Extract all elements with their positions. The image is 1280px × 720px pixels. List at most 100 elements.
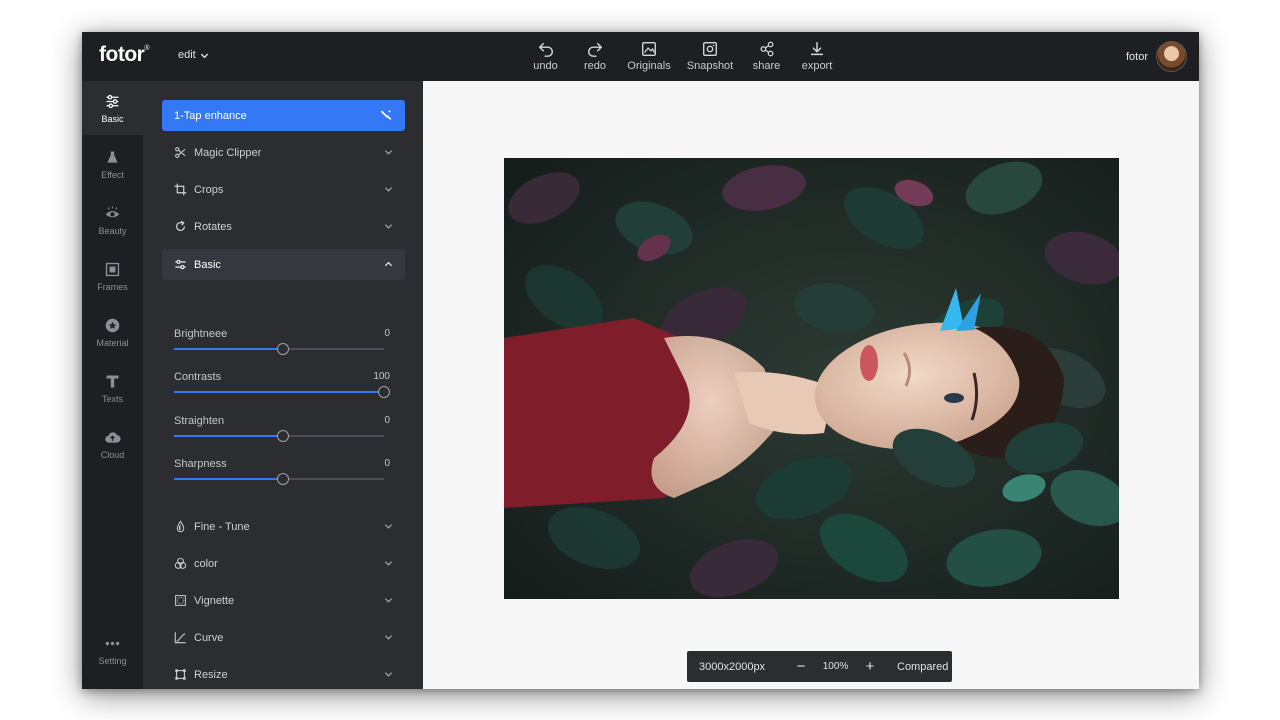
rail-item-cloud[interactable]: Cloud	[82, 417, 143, 471]
rail-item-material[interactable]: Material	[82, 305, 143, 359]
redo-icon	[587, 42, 603, 57]
resize-icon	[175, 669, 186, 680]
sliders-icon	[106, 94, 119, 108]
rail-label: Texts	[101, 393, 123, 404]
zoom-in-button[interactable]: +	[863, 659, 877, 674]
rail-item-frames[interactable]: Frames	[82, 249, 143, 303]
slider-straighten: Straighten 0	[174, 415, 390, 455]
slider-thumb[interactable]	[277, 343, 290, 355]
toolbar: undo redo Originals Snapshot share expor…	[520, 40, 842, 74]
slider-label: Sharpness	[174, 458, 227, 470]
menu-color[interactable]: color	[162, 548, 405, 579]
image-size: 3000x2000px	[699, 660, 766, 673]
slider-label: Brightneee	[174, 328, 228, 340]
slider-thumb[interactable]	[277, 473, 290, 485]
canvas-area: 3000x2000px − 100% + Compared	[423, 81, 1199, 689]
compare-button[interactable]: Compared	[897, 661, 948, 673]
slider-fill	[174, 391, 384, 393]
originals-button[interactable]: Originals	[619, 40, 679, 74]
chevron-down-icon	[384, 224, 393, 229]
avatar[interactable]	[1156, 41, 1187, 72]
share-icon	[760, 41, 773, 57]
slider-label: Straighten	[174, 415, 225, 427]
edit-menu-label: edit	[178, 49, 196, 61]
menu-label: Resize	[194, 668, 228, 681]
crop-icon	[174, 183, 187, 196]
slider-track[interactable]	[174, 386, 390, 398]
cloud-upload-icon	[105, 431, 121, 443]
menu-magic-clipper[interactable]: Magic Clipper	[162, 137, 405, 168]
one-tap-enhance-button[interactable]: 1-Tap enhance	[162, 100, 405, 131]
rail-item-effect[interactable]: Effect	[82, 137, 143, 191]
chevron-down-icon	[384, 635, 393, 640]
slider-value: 100	[373, 371, 390, 382]
drop-icon	[176, 520, 185, 533]
slider-track[interactable]	[174, 430, 384, 442]
editor-window: fotor® edit undo redo Originals Snapshot	[82, 32, 1199, 689]
zoom-out-button[interactable]: −	[794, 659, 808, 674]
tool-panel: 1-Tap enhance Magic Clipper Crops Rotate…	[143, 81, 423, 689]
menu-label: Vignette	[194, 594, 235, 607]
star-badge-icon	[105, 318, 120, 332]
rail-item-setting[interactable]: Setting	[82, 623, 143, 677]
download-icon	[810, 41, 824, 56]
fotor-logo[interactable]: fotor®	[99, 43, 149, 67]
undo-button[interactable]: undo	[520, 40, 571, 74]
redo-button[interactable]: redo	[571, 40, 619, 74]
slider-label: Contrasts	[174, 371, 222, 383]
edited-photo[interactable]	[504, 158, 1119, 599]
share-label: share	[752, 60, 781, 72]
snapshot-label: Snapshot	[686, 60, 734, 72]
slider-thumb[interactable]	[378, 386, 390, 398]
menu-resize[interactable]: Resize	[162, 659, 405, 689]
menu-crops[interactable]: Crops	[162, 174, 405, 205]
user-name: fotor	[1125, 50, 1148, 63]
user-menu[interactable]: fotor	[1126, 41, 1187, 72]
export-button[interactable]: export	[792, 40, 842, 74]
slider-fill	[174, 348, 284, 350]
menu-vignette[interactable]: Vignette	[162, 585, 405, 616]
export-label: export	[801, 60, 833, 72]
slider-fill	[174, 478, 284, 480]
rotate-icon	[175, 220, 186, 232]
chevron-down-icon	[384, 150, 393, 155]
dots-icon	[105, 641, 120, 645]
rail-item-texts[interactable]: Texts	[82, 361, 143, 415]
magic-wand-icon	[381, 110, 392, 120]
edit-menu[interactable]: edit	[178, 49, 209, 61]
slider-sharpness: Sharpness 0	[174, 458, 390, 498]
menu-curve[interactable]: Curve	[162, 622, 405, 653]
rail-label: Cloud	[100, 449, 125, 460]
snapshot-icon	[703, 42, 717, 56]
menu-label: Fine - Tune	[194, 520, 250, 533]
menu-rotates[interactable]: Rotates	[162, 211, 405, 242]
menu-basic[interactable]: Basic	[162, 249, 405, 280]
rail-item-beauty[interactable]: Beauty	[82, 193, 143, 247]
redo-label: redo	[583, 60, 607, 72]
slider-track[interactable]	[174, 473, 384, 485]
color-circles-icon	[174, 557, 187, 569]
chevron-down-icon	[384, 524, 393, 529]
chevron-up-icon	[384, 261, 393, 267]
curve-icon	[174, 632, 186, 644]
menu-label: Magic Clipper	[194, 146, 262, 159]
rail-label: Frames	[97, 281, 128, 292]
menu-label: Curve	[194, 631, 224, 644]
chevron-down-icon	[384, 561, 393, 566]
flask-icon	[107, 151, 118, 163]
menu-fine-tune[interactable]: Fine - Tune	[162, 511, 405, 542]
sliders-icon	[175, 259, 186, 270]
scissors-icon	[175, 147, 186, 158]
snapshot-button[interactable]: Snapshot	[679, 40, 741, 74]
slider-thumb[interactable]	[277, 430, 290, 442]
frame-icon	[105, 262, 120, 276]
rail-label: Beauty	[98, 225, 127, 236]
rail-item-basic[interactable]: Basic	[82, 81, 143, 135]
share-button[interactable]: share	[741, 40, 792, 74]
menu-label: Crops	[194, 183, 224, 196]
menu-label: Rotates	[194, 220, 232, 233]
undo-icon	[538, 42, 553, 57]
slider-track[interactable]	[174, 343, 384, 355]
image-icon	[642, 42, 656, 56]
chevron-down-icon	[384, 187, 393, 192]
